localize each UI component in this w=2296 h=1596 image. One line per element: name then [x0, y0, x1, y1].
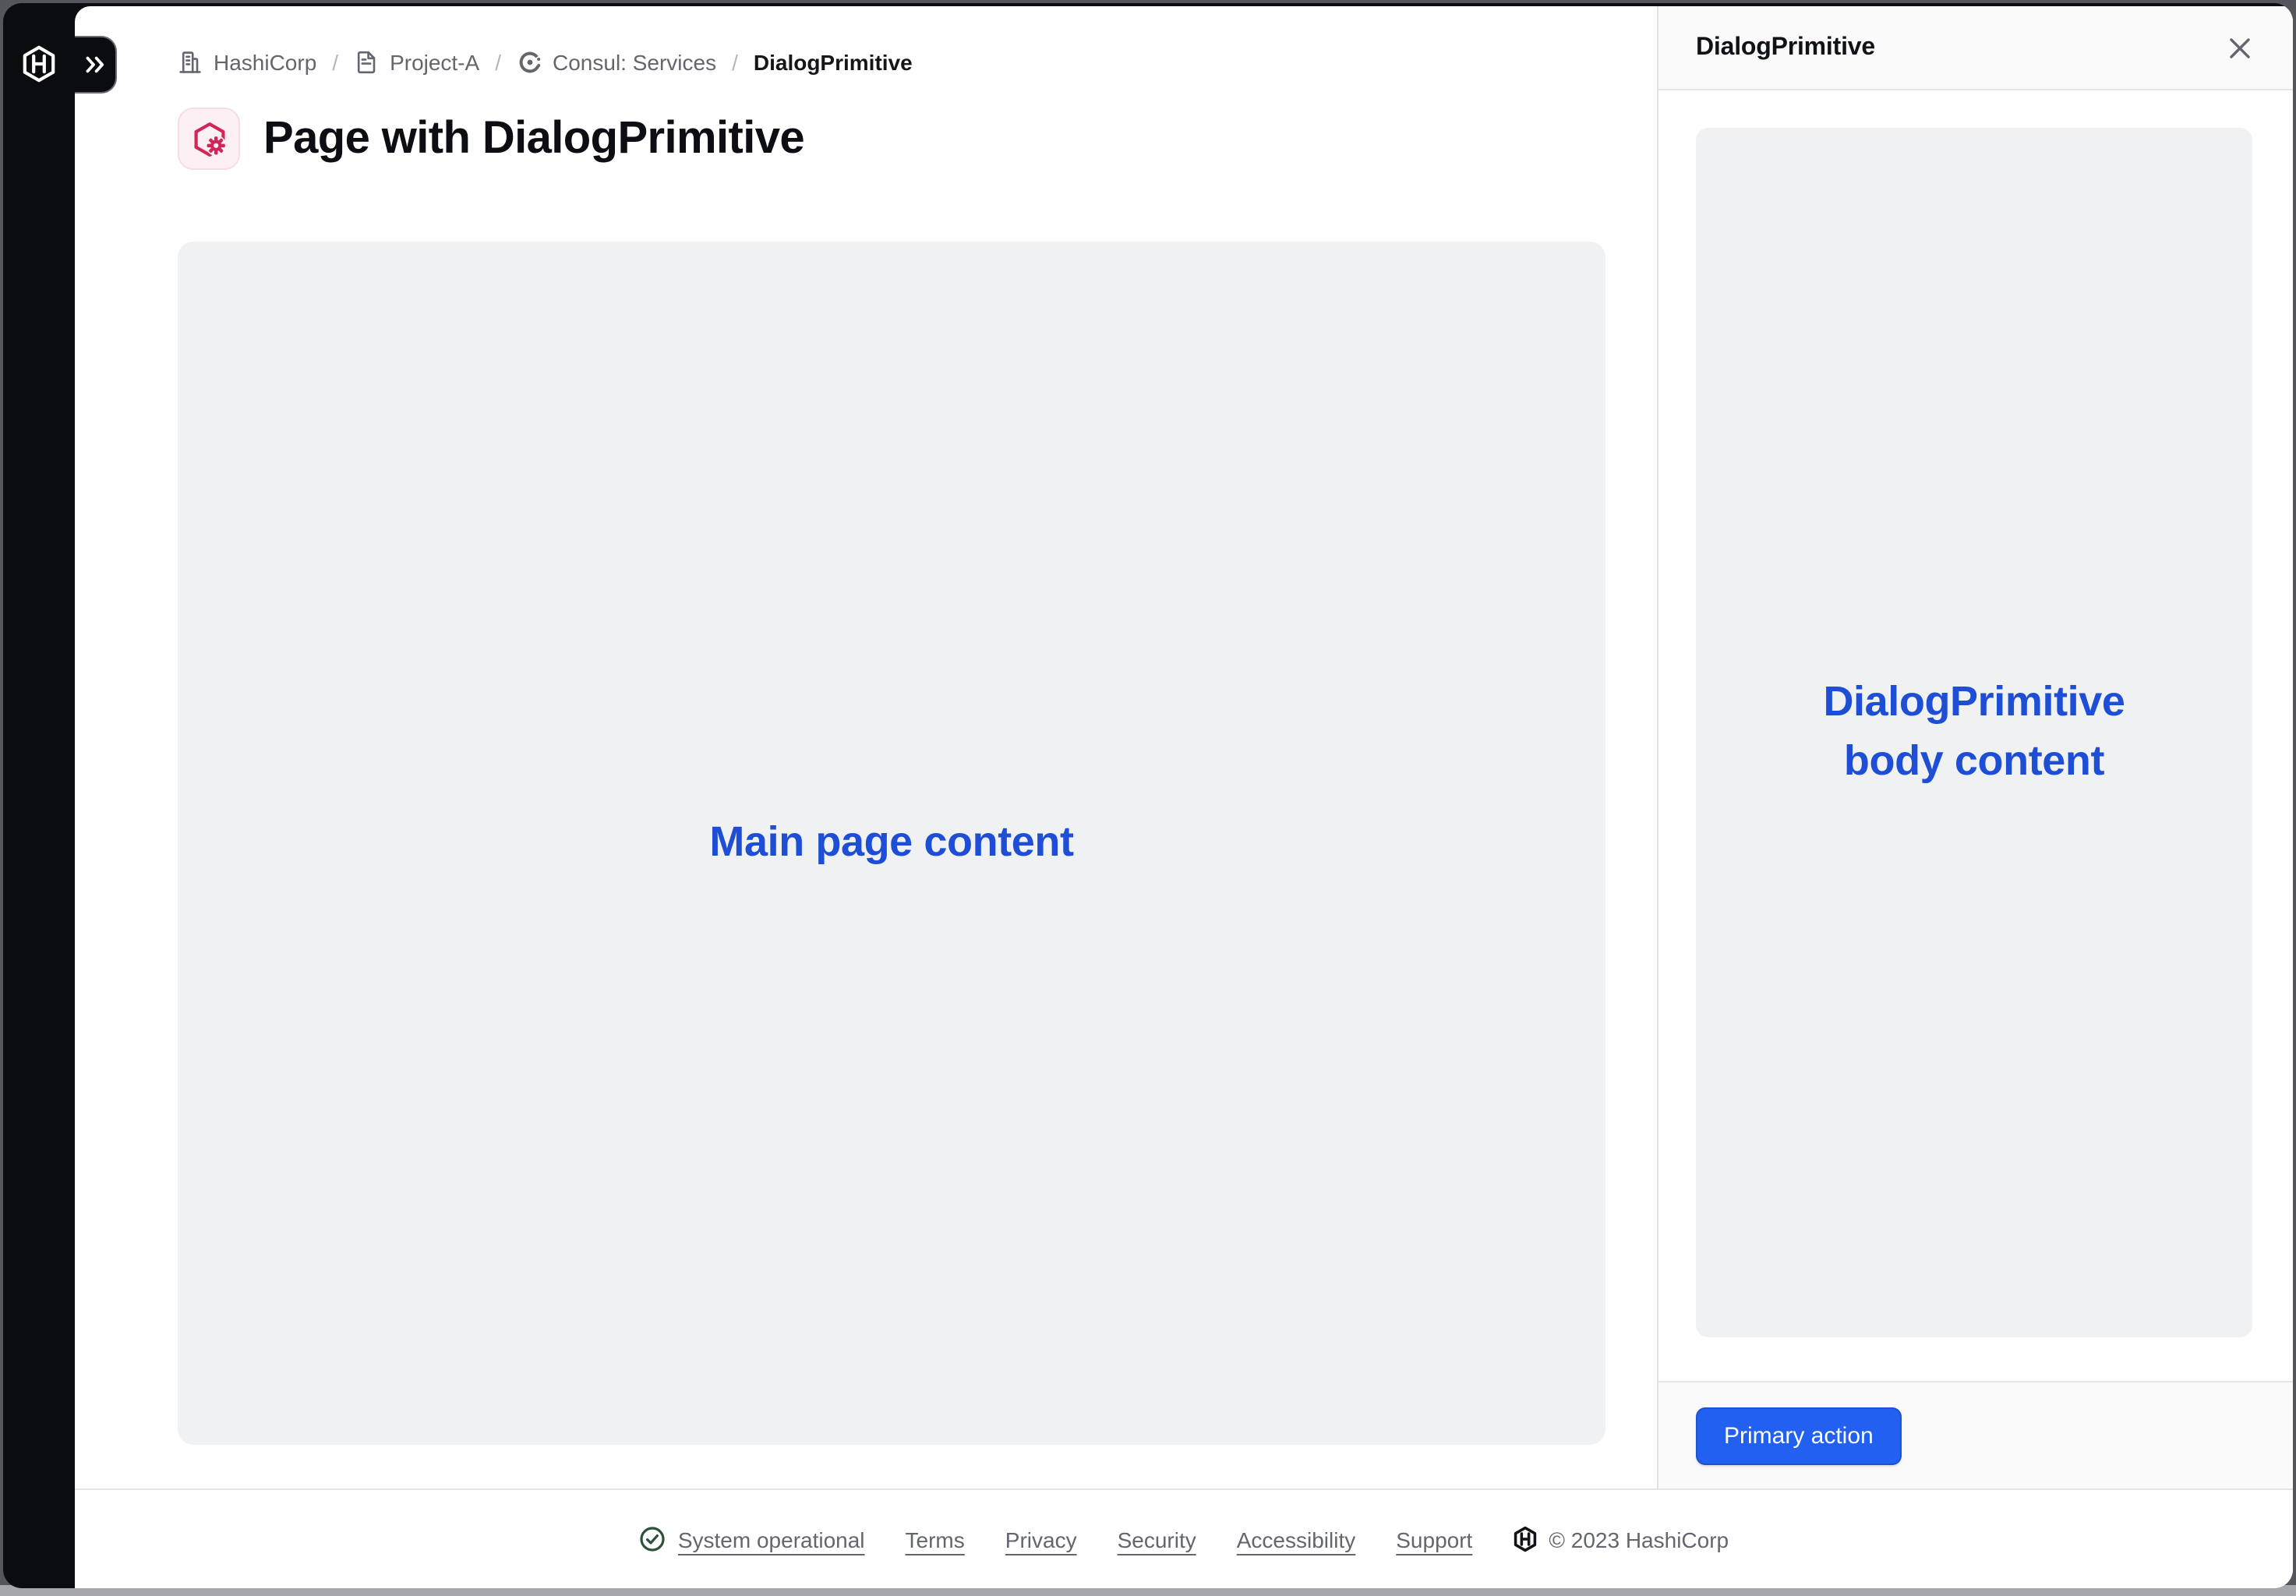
breadcrumb-item-project-a[interactable]: Project-A	[354, 50, 479, 75]
breadcrumb: HashiCorp /	[178, 48, 1605, 76]
hashicorp-logo-icon	[22, 45, 56, 83]
consul-service-gear-icon	[189, 119, 228, 158]
breadcrumb-separator: /	[332, 50, 338, 75]
breadcrumb-label: HashiCorp	[214, 50, 316, 75]
app-frame: HashiCorp /	[3, 3, 2293, 1588]
footer-link-security[interactable]: Security	[1118, 1527, 1196, 1552]
check-circle-icon	[639, 1526, 666, 1552]
sidebar-expand-button[interactable]	[75, 36, 117, 94]
breadcrumb-label: Consul: Services	[553, 50, 716, 75]
footer-copyright: © 2023 HashiCorp	[1513, 1526, 1729, 1552]
app-window: HashiCorp /	[0, 0, 2296, 1596]
breadcrumb-separator: /	[495, 50, 501, 75]
footer-link-accessibility[interactable]: Accessibility	[1237, 1527, 1356, 1552]
footer-link-support[interactable]: Support	[1396, 1527, 1472, 1552]
consul-icon	[517, 50, 542, 75]
breadcrumb-item-current: DialogPrimitive	[754, 50, 913, 75]
dialog-panel: DialogPrimitive	[1657, 6, 2293, 1488]
dialog-close-button[interactable]	[2218, 26, 2262, 69]
app-content: HashiCorp /	[75, 6, 2293, 1588]
page-header: Page with DialogPrimitive	[178, 108, 1605, 170]
system-status-link[interactable]: System operational	[639, 1526, 865, 1552]
footer-link-privacy[interactable]: Privacy	[1005, 1527, 1077, 1552]
dialog-header: DialogPrimitive	[1658, 6, 2293, 90]
main-page: HashiCorp /	[75, 6, 1657, 1488]
footer-link-terms[interactable]: Terms	[906, 1527, 965, 1552]
dialog-body-placeholder: DialogPrimitive body content	[1696, 128, 2252, 1337]
file-text-icon	[354, 50, 379, 75]
hashicorp-logo-icon	[1513, 1526, 1536, 1552]
breadcrumb-separator: /	[732, 50, 738, 75]
org-building-icon	[178, 50, 203, 75]
primary-action-button[interactable]: Primary action	[1696, 1407, 1902, 1464]
system-status-label: System operational	[678, 1527, 865, 1552]
page-title: Page with DialogPrimitive	[263, 113, 804, 164]
breadcrumb-label: DialogPrimitive	[754, 50, 913, 75]
dialog-body: DialogPrimitive body content	[1658, 90, 2293, 1381]
dialog-title: DialogPrimitive	[1696, 34, 1875, 62]
copyright-text: © 2023 HashiCorp	[1549, 1527, 1729, 1552]
main-placeholder-text: Main page content	[709, 814, 1073, 873]
dialog-body-text: DialogPrimitive body content	[1787, 673, 2161, 791]
breadcrumb-label: Project-A	[390, 50, 479, 75]
breadcrumb-item-hashicorp[interactable]: HashiCorp	[178, 50, 316, 75]
page-title-icon-tile	[178, 108, 240, 170]
double-chevron-right-icon	[86, 56, 104, 73]
dialog-footer: Primary action	[1658, 1381, 2293, 1488]
breadcrumb-item-consul-services[interactable]: Consul: Services	[517, 50, 716, 75]
main-content-placeholder: Main page content	[178, 242, 1605, 1445]
page-footer: System operational Terms Privacy Securit…	[75, 1488, 2293, 1588]
close-icon	[2229, 37, 2251, 58]
